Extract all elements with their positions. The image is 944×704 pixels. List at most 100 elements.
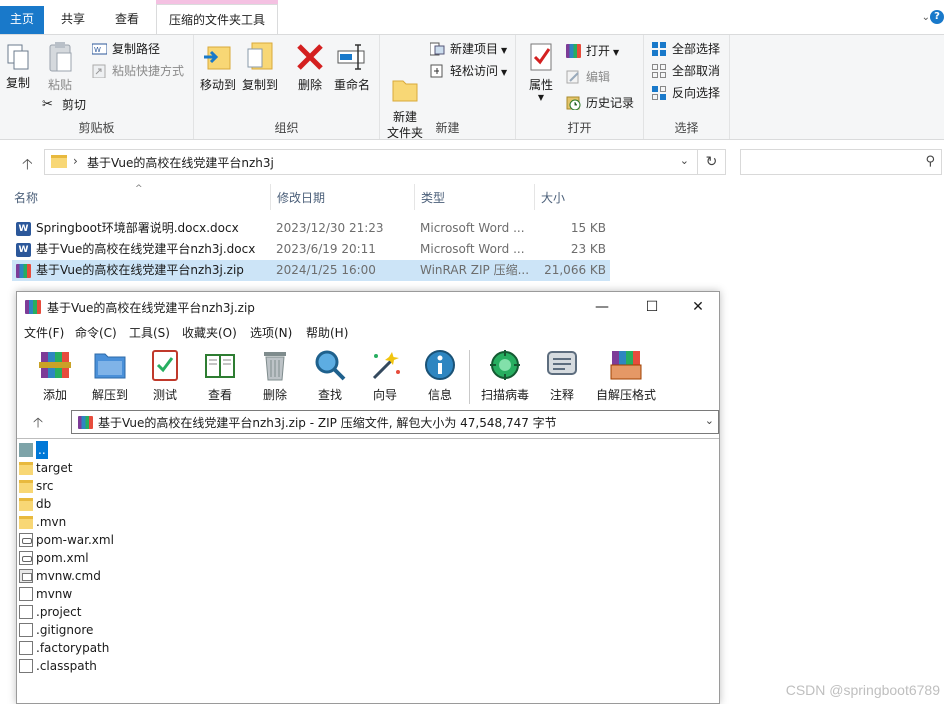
- test-button[interactable]: 测试: [140, 348, 190, 403]
- column-header-size[interactable]: 大小: [534, 184, 614, 210]
- comment-button[interactable]: 注释: [537, 348, 587, 403]
- paste-shortcut-button[interactable]: 粘贴快捷方式: [92, 61, 184, 81]
- rename-label: 重命名: [333, 78, 370, 92]
- history-icon: [566, 96, 581, 110]
- paste-icon: [47, 41, 73, 73]
- group-label-new: 新建: [435, 121, 460, 135]
- maximize-button[interactable]: ☐: [629, 296, 675, 318]
- file-row[interactable]: W Springboot环境部署说明.docx.docx 2023/12/30 …: [12, 218, 610, 239]
- tab-home[interactable]: 主页: [0, 6, 44, 34]
- new-item-dropdown-icon: ▼: [501, 46, 508, 55]
- new-item-button[interactable]: 新建项目 ▼: [430, 39, 507, 59]
- up-arrow-icon[interactable]: 🡡: [33, 412, 43, 436]
- tab-compressed-folder-tools[interactable]: 压缩的文件夹工具: [156, 4, 278, 34]
- select-all-button[interactable]: 全部选择: [652, 39, 720, 59]
- menu-help[interactable]: 帮助(H): [306, 324, 348, 341]
- folder-icon: [19, 516, 33, 529]
- menu-commands[interactable]: 命令(C): [75, 324, 117, 341]
- watermark: CSDN @springboot6789: [785, 682, 940, 698]
- menu-options[interactable]: 选项(N): [250, 324, 292, 341]
- ribbon-collapse-icon[interactable]: ⌄: [922, 12, 930, 23]
- close-button[interactable]: ✕: [675, 296, 721, 318]
- menu-file[interactable]: 文件(F): [24, 324, 64, 341]
- minimize-button[interactable]: —: [579, 296, 625, 318]
- sfx-box-icon: [609, 348, 643, 382]
- help-icon[interactable]: ?: [930, 10, 944, 24]
- extract-to-button[interactable]: 解压到: [85, 348, 135, 403]
- address-bar[interactable]: › 基于Vue的高校在线党建平台nzh3j ⌄: [44, 149, 698, 175]
- open-dropdown-icon: ▼: [613, 48, 620, 57]
- group-select: 全部选择 全部取消 反向选择 选择: [644, 35, 730, 139]
- new-item-label: 新建项目: [450, 42, 499, 56]
- column-header-type[interactable]: 类型: [414, 184, 534, 210]
- refresh-icon: ↻: [705, 154, 718, 170]
- column-header-date[interactable]: 修改日期: [270, 184, 414, 210]
- copy-to-label: 复制到: [241, 78, 278, 92]
- history-button[interactable]: 历史记录: [566, 93, 634, 113]
- menu-tools[interactable]: 工具(S): [129, 324, 170, 341]
- easy-access-button[interactable]: 轻松访问 ▼: [430, 61, 507, 81]
- info-label: 信息: [427, 388, 452, 402]
- add-label: 添加: [42, 388, 67, 402]
- sfx-button[interactable]: 自解压格式: [591, 348, 661, 403]
- paste-button[interactable]: 粘贴: [44, 41, 76, 93]
- column-header-name[interactable]: 名称: [8, 184, 270, 210]
- archive-file-list: .. target src db .mvn pom-war.xml pom.xm…: [17, 438, 719, 703]
- item-name: .classpath: [36, 659, 97, 673]
- file-type: Microsoft Word ...: [420, 242, 525, 256]
- delete-archive-button[interactable]: 删除: [250, 348, 300, 403]
- scan-virus-button[interactable]: 扫描病毒: [477, 348, 533, 403]
- copy-path-button[interactable]: W 复制路径: [92, 39, 160, 59]
- rename-button[interactable]: 重命名: [332, 41, 372, 93]
- group-label-clipboard: 剪贴板: [78, 121, 115, 135]
- file-row[interactable]: W 基于Vue的高校在线党建平台nzh3j.docx 2023/6/19 20:…: [12, 239, 610, 260]
- chevron-down-icon[interactable]: ⌄: [705, 414, 714, 427]
- easy-access-dropdown-icon: ▼: [501, 68, 508, 77]
- invert-selection-button[interactable]: 反向选择: [652, 83, 720, 103]
- copy-path-icon: W: [92, 43, 107, 55]
- info-button[interactable]: 信息: [415, 348, 465, 403]
- breadcrumb-chevron-icon[interactable]: ›: [73, 154, 78, 168]
- info-icon: [423, 348, 457, 382]
- open-button[interactable]: 打开 ▼: [566, 41, 619, 61]
- virus-scan-icon: [488, 348, 522, 382]
- refresh-button[interactable]: ↻: [698, 149, 726, 175]
- up-arrow-icon[interactable]: 🡡: [22, 154, 33, 179]
- file-size: 21,066 KB: [544, 263, 606, 277]
- view-button[interactable]: 查看: [195, 348, 245, 403]
- add-button[interactable]: 添加: [30, 348, 80, 403]
- edit-button[interactable]: 编辑: [566, 67, 610, 87]
- xml-file-icon: [19, 551, 33, 565]
- delete-button[interactable]: 删除: [294, 41, 326, 93]
- find-button[interactable]: 查找: [305, 348, 355, 403]
- item-name: ..: [36, 441, 48, 459]
- file-row-selected[interactable]: 基于Vue的高校在线党建平台nzh3j.zip 2024/1/25 16:00 …: [12, 260, 610, 281]
- edit-label: 编辑: [586, 70, 611, 84]
- word-icon: W: [16, 222, 31, 236]
- tab-share[interactable]: 共享: [60, 8, 86, 30]
- copy-button[interactable]: 复制: [4, 41, 32, 91]
- breadcrumb-folder[interactable]: 基于Vue的高校在线党建平台nzh3j: [87, 154, 274, 171]
- tab-view[interactable]: 查看: [114, 8, 140, 30]
- delete-label: 删除: [297, 78, 322, 92]
- wizard-button[interactable]: 向导: [360, 348, 410, 403]
- move-to-button[interactable]: 移动到: [198, 41, 238, 93]
- group-label-open: 打开: [567, 121, 592, 135]
- item-name: .factorypath: [36, 641, 110, 655]
- edit-icon: [566, 70, 579, 84]
- item-name: pom.xml: [36, 551, 89, 565]
- search-input[interactable]: ⚲: [740, 149, 942, 175]
- archive-path-dropdown[interactable]: 基于Vue的高校在线党建平台nzh3j.zip - ZIP 压缩文件, 解包大小…: [71, 410, 719, 434]
- svg-text:W: W: [94, 46, 101, 54]
- properties-button[interactable]: 属性 ▼: [524, 41, 558, 103]
- column-headers: 名称 修改日期 类型 大小: [0, 184, 944, 210]
- menu-favorites[interactable]: 收藏夹(O): [182, 324, 237, 341]
- winrar-titlebar[interactable]: 基于Vue的高校在线党建平台nzh3j.zip — ☐ ✕: [17, 292, 719, 322]
- cut-button[interactable]: ✂ 剪切: [42, 95, 86, 115]
- select-none-button[interactable]: 全部取消: [652, 61, 720, 81]
- ribbon-tabbar: 主页 共享 查看 压缩的文件夹工具 ⌄ ?: [0, 0, 944, 34]
- address-dropdown-icon[interactable]: ⌄: [680, 154, 689, 167]
- folder-icon: [19, 480, 33, 493]
- item-name: target: [36, 461, 73, 475]
- copy-to-button[interactable]: 复制到: [240, 41, 280, 93]
